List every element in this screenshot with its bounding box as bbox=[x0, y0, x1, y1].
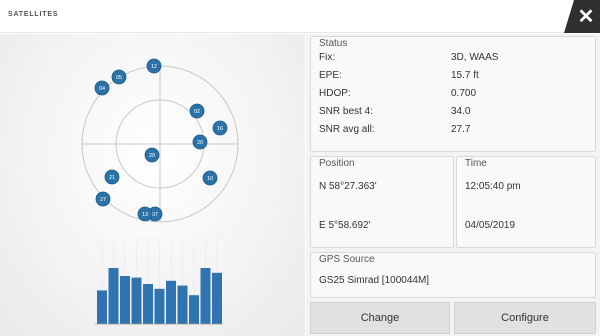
satellite-marker: 05 bbox=[111, 69, 127, 85]
window-title: SATELLITES bbox=[8, 11, 59, 18]
satellite-marker: 20 bbox=[192, 134, 208, 150]
close-button[interactable]: ✕ bbox=[564, 0, 600, 33]
signal-bar bbox=[131, 277, 142, 324]
time-heading: Time bbox=[465, 158, 487, 169]
satellite-marker: 29 bbox=[144, 147, 160, 163]
fix-row: Fix: 3D, WAAS bbox=[319, 52, 498, 63]
change-button[interactable]: Change bbox=[310, 302, 450, 334]
satellite-id: 29 bbox=[149, 153, 155, 159]
satellite-id: 13 bbox=[142, 212, 148, 218]
signal-bar bbox=[166, 280, 176, 324]
configure-button[interactable]: Configure bbox=[454, 302, 596, 334]
info-panel: Status Fix: 3D, WAAS EPE: 15.7 ft HDOP: 0.7… bbox=[306, 34, 600, 336]
satellite-marker: 12 bbox=[146, 58, 162, 74]
fix-value: 3D, WAAS bbox=[451, 52, 499, 63]
fix-label: Fix: bbox=[319, 52, 336, 63]
snr-best-label: SNR best 4: bbox=[319, 106, 373, 117]
signal-bar bbox=[108, 268, 119, 324]
satellite-id: 27 bbox=[100, 197, 106, 203]
signal-bar bbox=[97, 290, 107, 324]
snr-best-value: 34.0 bbox=[451, 106, 471, 117]
satellite-marker: 13 bbox=[137, 206, 153, 222]
satellite-id: 07 bbox=[152, 212, 158, 218]
snr-avg-value: 27.7 bbox=[451, 124, 471, 135]
title-bar: SATELLITES ✕ bbox=[0, 0, 600, 33]
epe-value: 15.7 ft bbox=[451, 70, 479, 81]
satellite-id: 04 bbox=[99, 86, 105, 92]
satellite-id: 10 bbox=[207, 176, 213, 182]
hdop-value: 0.700 bbox=[451, 88, 477, 99]
gps-source-heading: GPS Source bbox=[319, 254, 375, 265]
signal-bar bbox=[177, 285, 188, 324]
satellite-marker: 16 bbox=[212, 120, 228, 136]
epe-label: EPE: bbox=[319, 70, 342, 81]
hdop-row: HDOP: 0.700 bbox=[319, 88, 476, 99]
longitude-value: E 5°58.692' bbox=[319, 220, 371, 231]
close-icon: ✕ bbox=[577, 5, 595, 28]
status-heading: Status bbox=[319, 38, 348, 49]
position-box: Position N 58°27.363' E 5°58.692' bbox=[310, 156, 454, 248]
latitude-value: N 58°27.363' bbox=[319, 181, 377, 192]
satellite-sky-plot: 12 05 04 02 16 20 29 10 21 27 07 13 bbox=[81, 58, 239, 223]
satellite-id: 20 bbox=[197, 140, 203, 146]
status-box: Status Fix: 3D, WAAS EPE: 15.7 ft HDOP: 0.7… bbox=[310, 36, 596, 152]
satellite-id: 21 bbox=[109, 175, 115, 181]
date-value: 04/05/2019 bbox=[465, 220, 516, 231]
satellite-id: 02 bbox=[194, 109, 200, 115]
signal-bar bbox=[200, 268, 211, 324]
satellite-marker: 10 bbox=[202, 170, 218, 186]
time-value: 12:05:40 pm bbox=[465, 181, 521, 192]
satellite-id: 12 bbox=[151, 64, 157, 70]
snr-best-row: SNR best 4: 34.0 bbox=[319, 106, 470, 117]
satellite-id: 16 bbox=[217, 126, 223, 132]
snr-avg-row: SNR avg all: 27.7 bbox=[319, 124, 470, 135]
gps-source-box[interactable]: GPS Source GS25 Simrad [100044M] bbox=[310, 252, 596, 298]
signal-bar bbox=[154, 288, 165, 324]
snr-avg-label: SNR avg all: bbox=[319, 124, 375, 135]
signal-strength-chart bbox=[95, 238, 223, 325]
sky-view-panel: 12 05 04 02 16 20 29 10 21 27 07 13 bbox=[0, 34, 305, 336]
hdop-label: HDOP: bbox=[319, 88, 351, 99]
signal-bar bbox=[120, 276, 130, 324]
satellite-marker: 21 bbox=[104, 169, 120, 185]
signal-bar bbox=[189, 295, 199, 324]
satellite-marker: 02 bbox=[189, 103, 205, 119]
gps-source-value: GS25 Simrad [100044M] bbox=[319, 275, 430, 286]
satellite-marker: 27 bbox=[95, 191, 111, 207]
signal-bar bbox=[143, 284, 153, 324]
time-box: Time 12:05:40 pm 04/05/2019 bbox=[456, 156, 596, 248]
epe-row: EPE: 15.7 ft bbox=[319, 70, 479, 81]
signal-bar bbox=[212, 272, 222, 324]
satellite-id: 05 bbox=[116, 75, 122, 81]
position-heading: Position bbox=[319, 158, 355, 169]
satellite-marker: 04 bbox=[94, 80, 110, 96]
